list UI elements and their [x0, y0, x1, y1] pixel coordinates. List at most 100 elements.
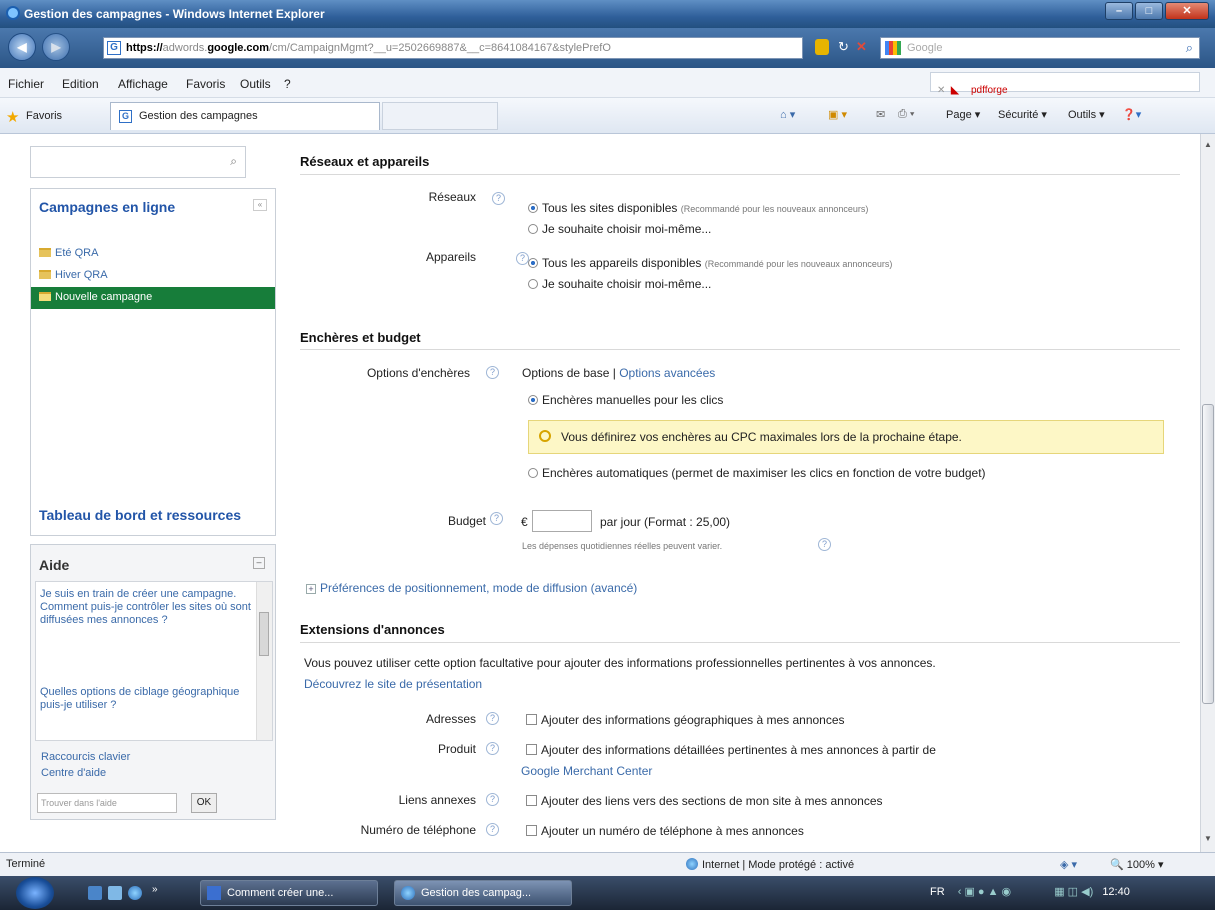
- print-icon[interactable]: ⎙ ▾: [898, 108, 914, 121]
- networks-all-radio[interactable]: Tous les sites disponibles (Recommandé p…: [528, 201, 868, 215]
- merchant-center-link[interactable]: Google Merchant Center: [521, 764, 652, 778]
- help-icon[interactable]: ?: [486, 823, 499, 836]
- devices-custom-radio[interactable]: Je souhaite choisir moi-même...: [528, 277, 711, 291]
- menu-outils[interactable]: Outils: [240, 77, 271, 91]
- help-icon[interactable]: ❓▾: [1122, 108, 1141, 121]
- manual-bidding-radio[interactable]: Enchères manuelles pour les clics: [528, 393, 723, 407]
- campaign-item[interactable]: Eté QRA: [37, 243, 277, 265]
- refresh-icon[interactable]: ↻: [838, 39, 849, 55]
- new-tab-button[interactable]: [382, 102, 498, 130]
- folder-icon: [39, 248, 51, 257]
- budget-input[interactable]: [532, 510, 592, 532]
- help-icon[interactable]: ?: [486, 712, 499, 725]
- clock[interactable]: 12:40: [1102, 886, 1130, 898]
- search-icon[interactable]: ⌕: [230, 154, 237, 169]
- help-icon[interactable]: ?: [492, 192, 505, 205]
- popup-icon[interactable]: ◈ ▾: [1060, 858, 1077, 871]
- help-search-ok-button[interactable]: OK: [191, 793, 217, 813]
- campaign-item-selected[interactable]: Nouvelle campagne: [31, 287, 275, 309]
- sitelinks-ext-label: Liens annexes: [398, 793, 476, 807]
- tab-gestion-des-campagnes[interactable]: G Gestion des campagnes: [110, 102, 380, 130]
- search-input[interactable]: Google ⌕: [880, 37, 1200, 59]
- networks-custom-radio[interactable]: Je souhaite choisir moi-même...: [528, 222, 711, 236]
- close-window-button[interactable]: ✕: [1165, 2, 1209, 20]
- favorites-button[interactable]: Favoris: [26, 110, 62, 122]
- taskbar-task-ie[interactable]: Gestion des campag...: [394, 880, 572, 906]
- devices-all-radio[interactable]: Tous les appareils disponibles (Recomman…: [528, 256, 892, 270]
- ie-quicklaunch-icon[interactable]: [128, 886, 142, 900]
- extensions-section-title: Extensions d'annonces: [300, 622, 445, 637]
- advanced-options-link[interactable]: Options avancées: [619, 366, 715, 380]
- menu-fichier[interactable]: Fichier: [8, 77, 44, 91]
- help-article-link[interactable]: Quelles options de ciblage géographique …: [40, 686, 254, 712]
- search-icon[interactable]: ⌕: [1186, 38, 1193, 58]
- switch-windows-icon[interactable]: [108, 886, 122, 900]
- minimize-button[interactable]: –: [1105, 2, 1133, 20]
- help-search-input[interactable]: Trouver dans l'aide: [37, 793, 177, 813]
- zoom-control[interactable]: 🔍 100% ▾: [1110, 858, 1163, 871]
- page-menu[interactable]: Page ▾: [946, 108, 980, 121]
- favorites-bar: ★ Favoris G Gestion des campagnes ⌂ ▾ ▣ …: [0, 98, 1215, 134]
- address-field[interactable]: G https://adwords.google.com/cm/Campaign…: [103, 37, 803, 59]
- scrollbar-thumb[interactable]: [1202, 404, 1214, 704]
- help-article-link[interactable]: Je suis en train de créer une campagne. …: [40, 588, 254, 627]
- tray-icons[interactable]: ‹ ▣ ● ▲ ◉: [958, 886, 1011, 898]
- keyboard-shortcuts-link[interactable]: Raccourcis clavier: [41, 751, 130, 763]
- auto-bidding-radio[interactable]: Enchères automatiques (permet de maximis…: [528, 466, 986, 480]
- help-icon[interactable]: ?: [486, 793, 499, 806]
- sitelinks-ext-checkbox[interactable]: Ajouter des liens vers des sections de m…: [526, 794, 883, 808]
- help-icon[interactable]: ?: [818, 538, 831, 551]
- product-ext-label: Produit: [437, 742, 476, 756]
- maximize-button[interactable]: □: [1135, 2, 1163, 20]
- help-icon[interactable]: ?: [486, 742, 499, 755]
- menu-edition[interactable]: Edition: [62, 77, 99, 91]
- menu-affichage[interactable]: Affichage: [118, 77, 168, 91]
- address-ext-label: Adresses: [425, 712, 476, 726]
- folder-icon: [39, 292, 51, 301]
- collapse-sidebar-button[interactable]: «: [253, 199, 267, 211]
- security-menu[interactable]: Sécurité ▾: [998, 108, 1047, 121]
- help-list-scrollbar[interactable]: [256, 582, 272, 740]
- networks-label: Réseaux: [428, 190, 476, 204]
- help-icon[interactable]: ?: [486, 366, 499, 379]
- help-icon[interactable]: ?: [490, 512, 503, 525]
- help-center-link[interactable]: Centre d'aide: [41, 767, 106, 779]
- taskbar-task-word[interactable]: Comment créer une...: [200, 880, 378, 906]
- bidding-options-switch: Options de base | Options avancées: [522, 366, 716, 380]
- forward-button[interactable]: ▶: [42, 33, 70, 61]
- help-panel: Aide – Je suis en train de créer une cam…: [30, 544, 276, 820]
- bidding-section-title: Enchères et budget: [300, 330, 421, 345]
- status-bar: Terminé Internet | Mode protégé : activé…: [0, 852, 1215, 876]
- start-button[interactable]: [16, 877, 54, 909]
- back-button[interactable]: ◀: [8, 33, 36, 61]
- stop-icon[interactable]: ✕: [856, 39, 867, 55]
- discover-site-link[interactable]: Découvrez le site de présentation: [304, 677, 482, 691]
- product-ext-checkbox[interactable]: Ajouter des informations détaillées pert…: [526, 743, 936, 757]
- tools-menu[interactable]: Outils ▾: [1068, 108, 1105, 121]
- pdfforge-toolbar[interactable]: ✕ ◣ pdfforge: [930, 72, 1200, 96]
- scroll-down-icon[interactable]: ▼: [1204, 834, 1212, 843]
- phone-ext-checkbox[interactable]: Ajouter un numéro de téléphone à mes ann…: [526, 824, 804, 838]
- network-icon[interactable]: ▦ ◫ ◀): [1054, 886, 1093, 898]
- google-favicon-icon: G: [107, 41, 121, 55]
- lock-icon[interactable]: [815, 39, 829, 55]
- minimize-help-button[interactable]: –: [253, 557, 265, 569]
- scroll-up-icon[interactable]: ▲: [1204, 140, 1212, 149]
- page-scrollbar[interactable]: ▲ ▼: [1200, 134, 1215, 852]
- show-desktop-icon[interactable]: [88, 886, 102, 900]
- address-ext-checkbox[interactable]: Ajouter des informations géographiques à…: [526, 713, 845, 727]
- home-icon[interactable]: ⌂ ▾: [780, 108, 795, 121]
- google-favicon-icon: G: [119, 110, 132, 123]
- campaigns-panel: Campagnes en ligne « Eté QRA Hiver QRA N…: [30, 188, 276, 536]
- campaign-item[interactable]: Hiver QRA: [37, 265, 277, 287]
- overflow-chevron-icon[interactable]: »: [152, 884, 158, 895]
- security-zone: Internet | Mode protégé : activé: [686, 858, 854, 871]
- feeds-icon[interactable]: ▣ ▾: [828, 108, 847, 121]
- mail-icon[interactable]: ✉: [876, 108, 885, 121]
- positioning-preferences-toggle[interactable]: + Préférences de positionnement, mode de …: [306, 581, 637, 595]
- dashboard-link[interactable]: Tableau de bord et ressources: [39, 507, 241, 523]
- campaign-search-input[interactable]: ⌕: [30, 146, 246, 178]
- language-indicator[interactable]: FR: [930, 886, 945, 898]
- menu-help[interactable]: ?: [284, 77, 291, 91]
- menu-favoris[interactable]: Favoris: [186, 77, 225, 91]
